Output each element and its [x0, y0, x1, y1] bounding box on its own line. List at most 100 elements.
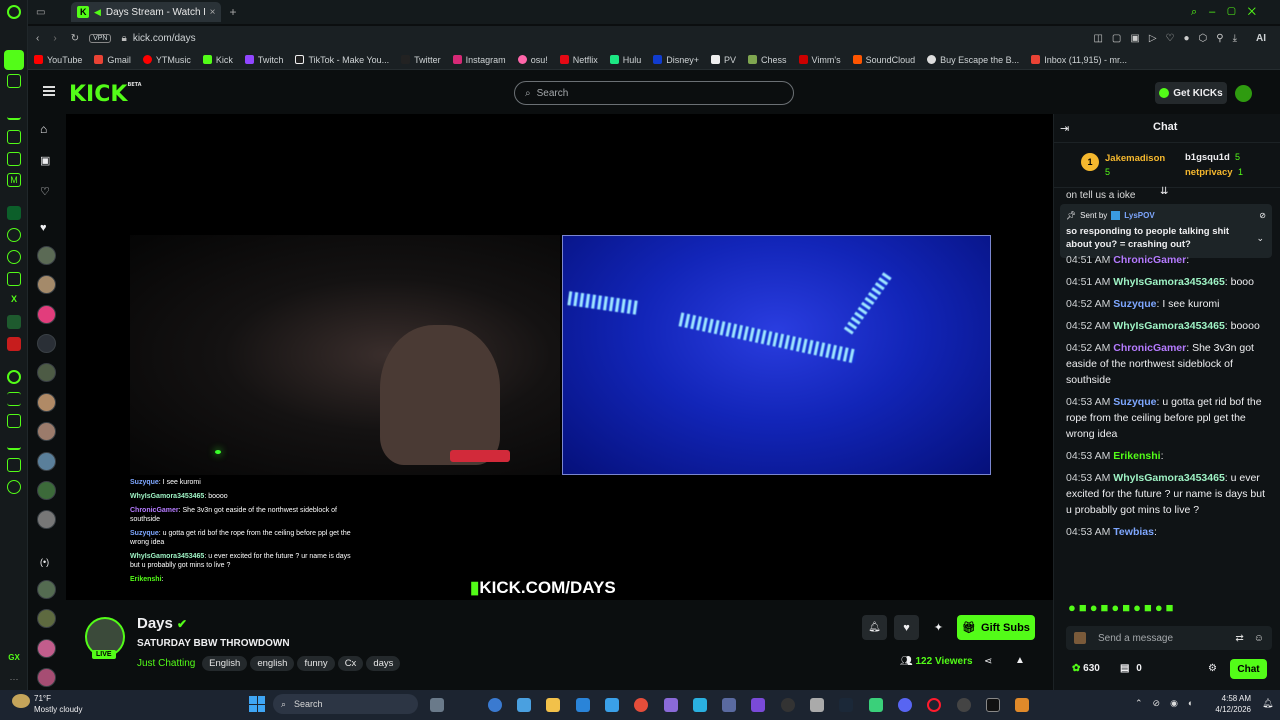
chat-input[interactable]: Send a message ⇄ ☺	[1066, 626, 1272, 650]
chat-username[interactable]: Suzyque	[1113, 298, 1156, 310]
store-icon[interactable]	[7, 152, 21, 166]
notifications-icon[interactable]: 🔔︎	[1262, 698, 1273, 709]
discord-icon[interactable]	[7, 315, 21, 329]
bookmark-kick[interactable]: Kick	[202, 55, 233, 65]
chat-username[interactable]: Tewbias	[1113, 526, 1154, 538]
followed-channel-avatar[interactable]	[37, 422, 56, 441]
window-controls[interactable]: ⌕–▢✕	[1191, 6, 1268, 19]
messenger-icon[interactable]: M	[7, 173, 21, 187]
report-icon[interactable]: ▲	[1015, 655, 1025, 666]
spotify-icon[interactable]	[7, 370, 21, 384]
bookmark-chess[interactable]: Chess	[748, 55, 787, 65]
emote-bar[interactable]: ●■●■●■●■●■	[1068, 600, 1268, 615]
taskbar-search[interactable]: ⌕ Search	[273, 694, 418, 714]
app-icon[interactable]	[957, 698, 971, 712]
bookmark-escape[interactable]: Buy Escape the B...	[927, 55, 1019, 65]
tag[interactable]: Cx	[337, 656, 364, 671]
tab-close-icon[interactable]: ×	[210, 7, 216, 18]
chrome-icon[interactable]	[634, 698, 648, 712]
bookmark-netflix[interactable]: Netflix	[559, 55, 598, 65]
settings-app-icon[interactable]	[488, 698, 502, 712]
gx-icon[interactable]: GX	[7, 650, 21, 664]
channel-points[interactable]: ✿ 630	[1072, 663, 1100, 674]
forward-icon[interactable]: ›	[53, 33, 56, 44]
recommended-channel-avatar[interactable]	[37, 609, 56, 628]
followed-channel-avatar[interactable]	[37, 246, 56, 265]
channel-name[interactable]: Days ✔	[137, 615, 187, 632]
expand-pinned-icon[interactable]: ⌄	[1256, 232, 1264, 245]
chat-username[interactable]: Suzyque	[1113, 396, 1156, 408]
chat-username[interactable]: ChronicGamer	[1113, 342, 1186, 354]
speaker-icon[interactable]: ◀	[94, 7, 101, 18]
extensions-icon[interactable]	[7, 458, 21, 472]
bookmark-soundcloud[interactable]: SoundCloud	[852, 55, 915, 65]
back-icon[interactable]: ‹	[36, 33, 39, 44]
gifter-name[interactable]: netprivacy	[1185, 167, 1233, 178]
send-chat-button[interactable]: Chat	[1230, 659, 1267, 679]
clock-icon[interactable]	[7, 414, 21, 428]
tag[interactable]: days	[366, 656, 401, 671]
x-icon[interactable]: X	[7, 292, 21, 306]
tag[interactable]: english	[250, 656, 295, 671]
url-field[interactable]: kick.com/days	[133, 33, 196, 44]
bookmark-vimms[interactable]: Vimm's	[798, 55, 841, 65]
history-icon[interactable]	[7, 392, 21, 406]
tag[interactable]: English	[202, 656, 248, 671]
telegram-icon[interactable]	[7, 250, 21, 264]
bookmark-gmail[interactable]: Gmail	[94, 55, 131, 65]
bookmark-ytmusic[interactable]: YTMusic	[142, 55, 191, 65]
chat-username[interactable]: WhyIsGamora3453465	[1113, 276, 1224, 288]
search-input[interactable]: ⌕ Search	[514, 81, 794, 105]
home-icon[interactable]	[4, 50, 24, 70]
followed-channel-avatar[interactable]	[37, 510, 56, 529]
inventory-count[interactable]: ▤ 0	[1120, 663, 1142, 674]
toolbar-icons[interactable]: ◫▢▣▷♡●⬡⚲⤓	[1093, 33, 1246, 44]
kick-logo[interactable]: KICKBETA	[69, 82, 142, 107]
bookmark-hulu[interactable]: Hulu	[609, 55, 641, 65]
gamepad-icon[interactable]	[7, 74, 21, 88]
app-icon[interactable]	[810, 698, 824, 712]
recommended-channel-avatar[interactable]	[37, 580, 56, 599]
bookmark-inbox[interactable]: Inbox (11,915) - mr...	[1031, 55, 1127, 65]
gift-subs-button[interactable]: 🎁︎ Gift Subs	[957, 615, 1035, 640]
bookmark-disney[interactable]: Disney+	[653, 55, 699, 65]
sparkle-icon[interactable]: ✦	[926, 615, 951, 640]
app-icon[interactable]	[986, 698, 1000, 712]
app-icon[interactable]	[722, 698, 736, 712]
user-avatar[interactable]	[1235, 85, 1252, 102]
category-link[interactable]: Just Chatting	[137, 658, 195, 669]
game-controller-icon[interactable]	[664, 698, 678, 712]
weather-widget[interactable]: 71°F Mostly cloudy	[34, 693, 82, 715]
follow-heart-icon[interactable]: ♥	[894, 615, 919, 640]
chat-username[interactable]: Erikenshi	[1113, 450, 1160, 462]
file-explorer-icon[interactable]	[546, 698, 560, 712]
recommended-channel-avatar[interactable]	[37, 639, 56, 658]
settings-icon[interactable]	[7, 480, 21, 494]
followed-channel-avatar[interactable]	[37, 452, 56, 471]
whatsapp-icon[interactable]	[7, 206, 21, 220]
followed-channel-avatar[interactable]	[37, 305, 56, 324]
chat-username[interactable]: ChronicGamer	[1113, 254, 1186, 266]
calculator-icon[interactable]	[605, 698, 619, 712]
scroll-bottom-icon[interactable]: ⇊	[1160, 186, 1168, 197]
chat-bubble-icon[interactable]	[7, 228, 21, 242]
system-tray-icons[interactable]: ⌃⊘◉◐	[1135, 698, 1203, 709]
bookmark-twitch[interactable]: Twitch	[244, 55, 283, 65]
tab-active[interactable]: K ◀ Days Stream - Watch L ×	[71, 2, 222, 22]
app-icon[interactable]	[869, 698, 883, 712]
more-icon[interactable]: ⋯	[7, 672, 21, 686]
share-icon[interactable]: ⋖	[984, 656, 992, 667]
bookmark-tiktok[interactable]: TikTok - Make You...	[295, 55, 389, 65]
gifter-name[interactable]: Jakemadison	[1105, 153, 1165, 164]
translate-icon[interactable]: ⇄	[1235, 633, 1243, 644]
app-icon[interactable]	[1015, 698, 1029, 712]
discord-taskbar-icon[interactable]	[898, 698, 912, 712]
unpin-icon[interactable]: ⊘	[1259, 209, 1266, 222]
home-nav-icon[interactable]: ⌂	[40, 122, 47, 136]
new-tab-icon[interactable]: +	[229, 5, 236, 19]
ai-button[interactable]: AI	[1256, 33, 1266, 44]
briefcase-icon[interactable]	[7, 130, 21, 144]
taskbar-clock[interactable]: 4:58 AM 4/12/2026	[1215, 693, 1251, 715]
chat-username[interactable]: WhyIsGamora3453465	[1113, 320, 1224, 332]
following-nav-icon[interactable]: ♡	[40, 185, 50, 198]
